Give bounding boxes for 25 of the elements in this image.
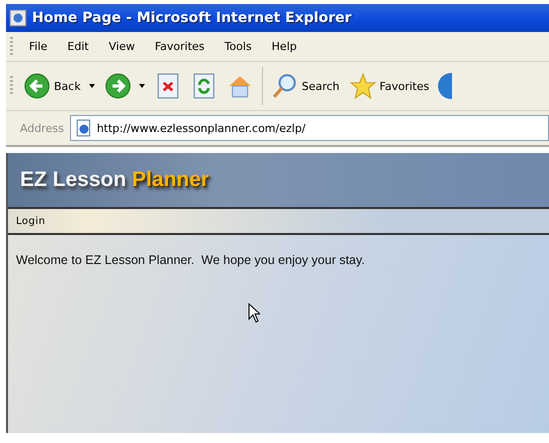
- address-label: Address: [19, 122, 65, 134]
- menu-item[interactable]: Edit: [57, 38, 99, 55]
- menu-item[interactable]: Help: [262, 38, 307, 55]
- site-logo: EZ Lesson Planner: [20, 168, 210, 192]
- address-field[interactable]: http://www.ezlessonplanner.com/ezlp/: [70, 115, 549, 141]
- star-icon: [350, 73, 376, 99]
- dropdown-caret-icon: [138, 84, 145, 88]
- dropdown-caret-icon: [88, 84, 95, 88]
- search-button[interactable]: Search: [266, 71, 345, 101]
- favorites-button[interactable]: Favorites: [344, 71, 434, 101]
- menu-item[interactable]: Favorites: [144, 38, 215, 55]
- window-title: Home Page - Microsoft Internet Explorer: [32, 10, 352, 26]
- welcome-message: Welcome to EZ Lesson Planner. We hope you enjoy your stay.: [16, 253, 366, 267]
- search-icon: [272, 73, 298, 99]
- arrow-right-icon: [104, 73, 131, 99]
- menu-item[interactable]: File: [19, 38, 58, 55]
- mouse-pointer-icon: [248, 303, 260, 323]
- refresh-icon: [190, 73, 217, 99]
- back-button[interactable]: Back: [19, 71, 100, 101]
- menu-item[interactable]: Tools: [214, 38, 262, 55]
- page-icon: [74, 119, 93, 137]
- arrow-left-icon: [24, 73, 50, 99]
- menu-item[interactable]: View: [98, 38, 145, 55]
- login-link[interactable]: Login: [16, 216, 46, 226]
- stop-icon: [154, 73, 181, 99]
